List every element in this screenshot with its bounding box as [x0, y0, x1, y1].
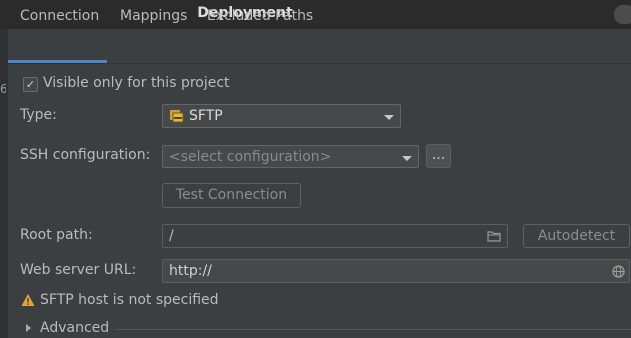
web-server-url-value: http://: [169, 263, 212, 279]
chevron-down-icon: [402, 156, 412, 161]
divider: [6, 29, 7, 338]
root-path-field[interactable]: /: [162, 224, 508, 248]
ssh-configuration-dropdown[interactable]: <select configuration>: [162, 145, 419, 168]
close-button[interactable]: [614, 5, 631, 24]
type-value: SFTP: [189, 108, 223, 124]
advanced-divider: [115, 329, 631, 330]
tab-excluded-paths[interactable]: Excluded Paths: [207, 8, 313, 24]
visible-only-label: Visible only for this project: [43, 75, 230, 91]
globe-icon[interactable]: [612, 265, 625, 278]
tab-connection[interactable]: Connection: [20, 8, 99, 24]
folder-icon[interactable]: [487, 230, 501, 242]
type-dropdown[interactable]: SFTP: [162, 104, 401, 128]
warning-icon: [21, 294, 35, 306]
type-label: Type:: [20, 107, 57, 123]
browse-ssh-button[interactable]: ...: [426, 144, 451, 168]
web-server-url-field[interactable]: http://: [162, 259, 630, 283]
advanced-section-toggle[interactable]: Advanced: [40, 320, 109, 336]
tab-bar: [8, 29, 631, 63]
ssh-configuration-label: SSH configuration:: [20, 147, 151, 163]
autodetect-button[interactable]: Autodetect: [523, 224, 630, 248]
expand-arrow-icon[interactable]: [26, 324, 31, 332]
chevron-down-icon: [384, 115, 394, 120]
tab-divider: [8, 63, 631, 64]
ssh-configuration-placeholder: <select configuration>: [169, 149, 332, 165]
web-server-url-label: Web server URL:: [20, 262, 137, 278]
root-path-label: Root path:: [20, 227, 93, 243]
visible-only-checkbox[interactable]: ✓: [23, 77, 38, 92]
sftp-icon: [170, 110, 184, 123]
tab-mappings[interactable]: Mappings: [120, 8, 187, 24]
root-path-value: /: [169, 228, 174, 244]
test-connection-button[interactable]: Test Connection: [162, 183, 301, 208]
warning-message: SFTP host is not specified: [40, 292, 219, 308]
